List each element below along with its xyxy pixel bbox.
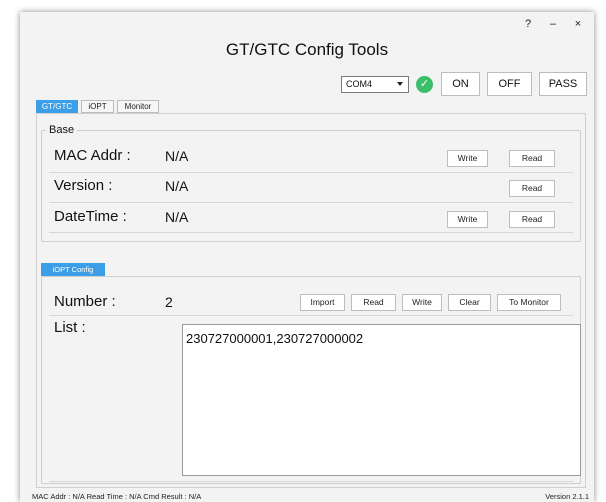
divider [49,232,573,233]
status-text: MAC Addr : N/A Read Time : N/A Cmd Resul… [32,492,202,501]
datetime-value: N/A [165,209,189,225]
app-window: ? – × GT/GTC Config Tools COM4 ✓ ON OFF … [20,12,594,502]
divider [49,202,573,203]
tab-iopt-config[interactable]: iOPT Config [41,263,105,276]
mac-addr-label: MAC Addr : [54,147,131,164]
datetime-write-button[interactable]: Write [447,211,488,228]
close-icon[interactable]: × [570,18,586,30]
gt-gtc-page: Base MAC Addr : N/A Write Read Version :… [36,113,586,488]
clear-button[interactable]: Clear [448,294,491,311]
list-textarea[interactable]: 230727000001,230727000002 [182,324,581,476]
to-monitor-button[interactable]: To Monitor [497,294,561,311]
list-label: List : [54,319,86,336]
tab-iopt[interactable]: iOPT [81,100,114,113]
chevron-down-icon [397,82,403,86]
minimize-icon[interactable]: – [545,18,561,30]
datetime-label: DateTime : [54,208,127,225]
com-port-select[interactable]: COM4 [341,76,409,93]
version-value: N/A [165,178,189,194]
tab-gt-gtc[interactable]: GT/GTC [36,100,78,113]
read-button[interactable]: Read [351,294,396,311]
on-button[interactable]: ON [441,72,480,96]
write-button[interactable]: Write [402,294,442,311]
com-port-value: COM4 [346,79,373,89]
mac-addr-value: N/A [165,148,189,164]
number-value: 2 [165,294,173,310]
divider [49,481,573,482]
app-title: GT/GTC Config Tools [225,40,389,59]
status-bar: MAC Addr : N/A Read Time : N/A Cmd Resul… [20,490,594,502]
off-button[interactable]: OFF [487,72,532,96]
tab-monitor[interactable]: Monitor [117,100,159,113]
version-text: Version 2.1.1 [545,492,589,501]
number-label: Number : [54,293,116,310]
version-label: Version : [54,177,113,194]
mac-write-button[interactable]: Write [447,150,488,167]
divider [49,172,573,173]
mac-read-button[interactable]: Read [509,150,555,167]
base-legend: Base [46,124,78,136]
pass-button[interactable]: PASS [539,72,587,96]
check-icon: ✓ [416,76,433,93]
list-value: 230727000001,230727000002 [186,331,364,346]
divider [49,315,573,316]
version-read-button[interactable]: Read [509,180,555,197]
datetime-read-button[interactable]: Read [509,211,555,228]
import-button[interactable]: Import [300,294,345,311]
help-icon[interactable]: ? [520,18,536,30]
